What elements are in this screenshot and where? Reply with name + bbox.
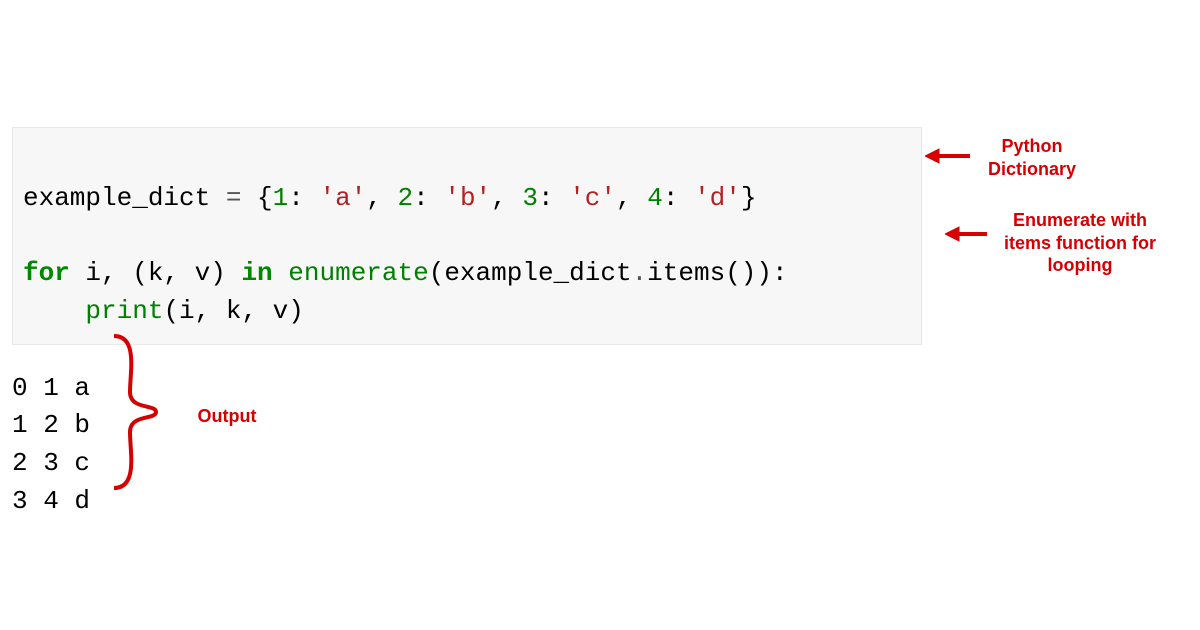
comma: , [366, 183, 397, 213]
comma: , [491, 183, 522, 213]
output-row-2: 2 3 c [12, 448, 90, 478]
code-line-2: for i, (k, v) in enumerate(example_dict.… [23, 258, 788, 288]
space [273, 258, 289, 288]
indent [23, 296, 85, 326]
enumerate-builtin: enumerate [288, 258, 428, 288]
colon: : [413, 183, 444, 213]
dict-ref: example_dict [444, 258, 631, 288]
arrow-left-icon [945, 225, 987, 243]
close-brace: } [741, 183, 757, 213]
val-b: 'b' [444, 183, 491, 213]
rparen: ()) [725, 258, 772, 288]
key-2: 2 [398, 183, 414, 213]
lparen: ( [163, 296, 179, 326]
variable-name: example_dict [23, 183, 210, 213]
print-args: i, k, v [179, 296, 288, 326]
for-keyword: for [23, 258, 70, 288]
lparen: ( [429, 258, 445, 288]
rparen: ) [288, 296, 304, 326]
annotation-enumerate: Enumerate withitems function forlooping [990, 209, 1170, 277]
code-line-3: print(i, k, v) [23, 296, 304, 326]
curly-brace-icon [108, 332, 168, 492]
comma: , [616, 183, 647, 213]
open-brace: { [257, 183, 273, 213]
arrow-left-icon [925, 147, 970, 165]
loop-vars: i, (k, v) [70, 258, 242, 288]
output-block: 0 1 a 1 2 b 2 3 c 3 4 d [12, 332, 90, 520]
equals-op: = [210, 183, 257, 213]
val-a: 'a' [319, 183, 366, 213]
output-row-0: 0 1 a [12, 373, 90, 403]
key-1: 1 [273, 183, 289, 213]
val-d: 'd' [694, 183, 741, 213]
output-row-3: 3 4 d [12, 486, 90, 516]
val-c: 'c' [569, 183, 616, 213]
items-method: items [647, 258, 725, 288]
dot: . [632, 258, 648, 288]
annotation-dictionary: PythonDictionary [972, 135, 1092, 180]
code-block: example_dict = {1: 'a', 2: 'b', 3: 'c', … [12, 127, 922, 345]
colon: : [288, 183, 319, 213]
in-keyword: in [241, 258, 272, 288]
key-3: 3 [522, 183, 538, 213]
code-line-1: example_dict = {1: 'a', 2: 'b', 3: 'c', … [23, 183, 756, 213]
key-4: 4 [647, 183, 663, 213]
print-builtin: print [85, 296, 163, 326]
colon: : [772, 258, 788, 288]
colon: : [538, 183, 569, 213]
annotation-output: Output [182, 405, 272, 428]
colon: : [663, 183, 694, 213]
output-row-1: 1 2 b [12, 410, 90, 440]
